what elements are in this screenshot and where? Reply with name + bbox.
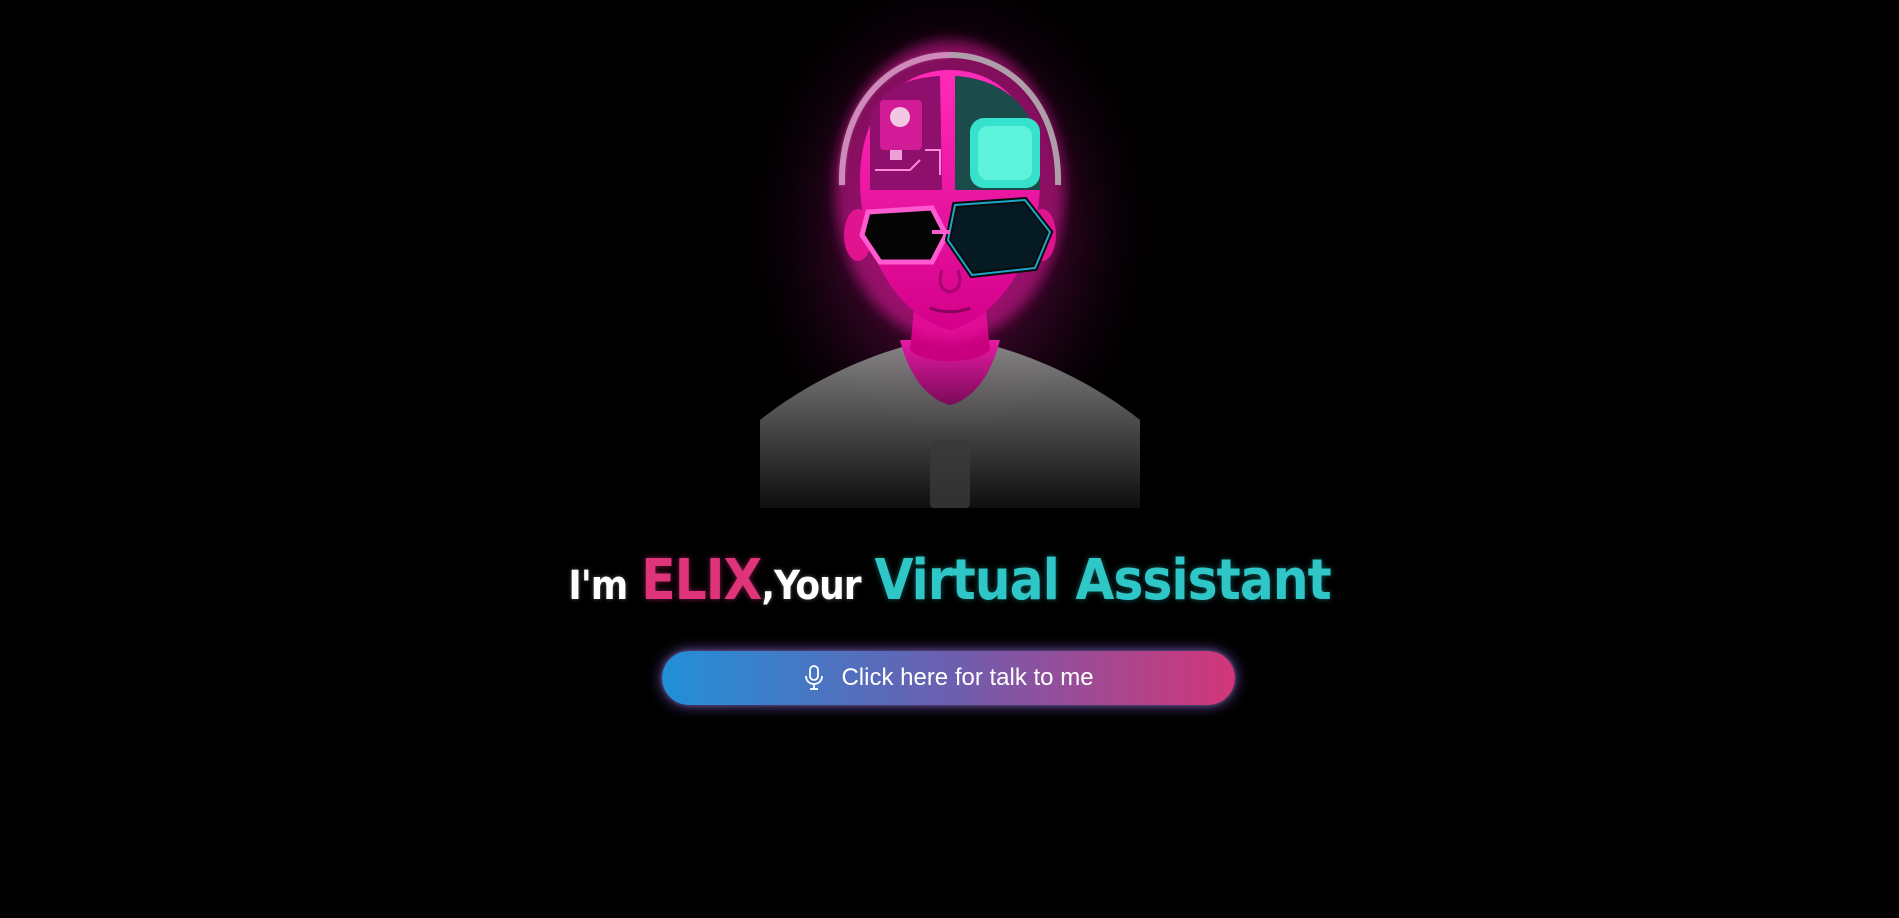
page-title: I'm ELIX,Your Virtual Assistant (0, 548, 1899, 613)
landing-page: I'm ELIX,Your Virtual Assistant Click he… (0, 0, 1899, 918)
microphone-icon (803, 665, 825, 691)
avatar-illustration (750, 0, 1150, 508)
title-connector: ,Your (761, 563, 861, 609)
talk-button[interactable]: Click here for talk to me (662, 651, 1235, 705)
title-accent: Virtual Assistant (874, 548, 1332, 613)
cyberpunk-avatar-icon (750, 0, 1150, 508)
title-intro: I'm (568, 563, 628, 609)
assistant-name: ELIX (641, 548, 762, 613)
talk-button-label: Click here for talk to me (841, 664, 1094, 691)
